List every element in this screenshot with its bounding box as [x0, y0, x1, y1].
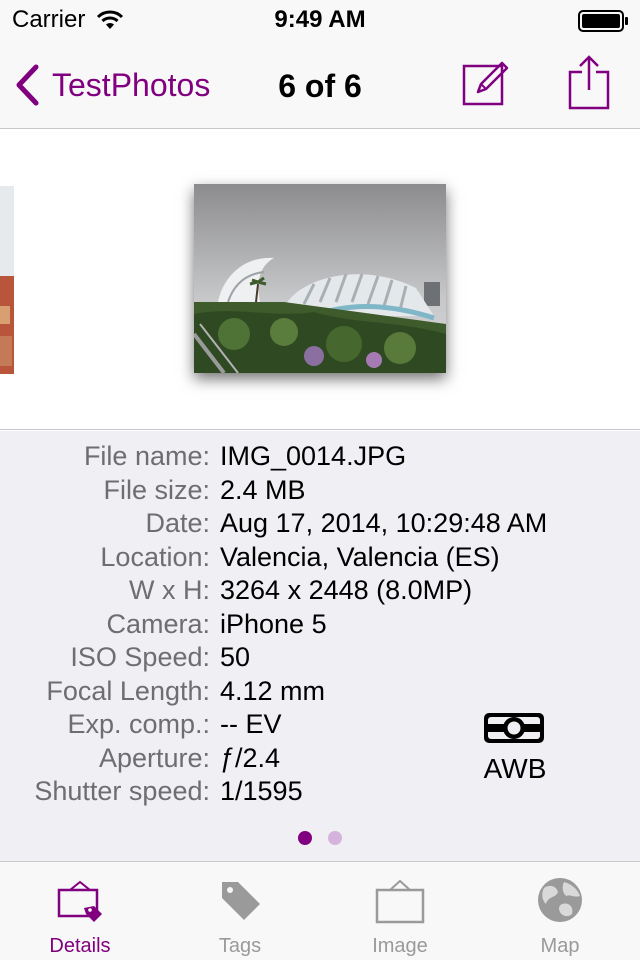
detail-value: ƒ/2.4 [220, 743, 281, 773]
white-balance-icon [484, 713, 544, 743]
tab-label: Map [540, 935, 580, 957]
detail-row-location: Location: Valencia, Valencia (ES) [0, 542, 640, 576]
status-bar: Carrier 9:49 AM [0, 0, 640, 40]
photo-details-panel: File name: IMG_0014.JPG File size: 2.4 M… [0, 431, 640, 861]
detail-label: Camera: [106, 609, 210, 639]
detail-value: 4.12 mm [220, 676, 326, 706]
detail-row-iso-speed: ISO Speed: 50 [0, 642, 640, 676]
detail-label: File size: [103, 475, 210, 505]
detail-label: Date: [145, 508, 210, 538]
detail-label: Location: [100, 542, 210, 572]
detail-value: -- EV [220, 709, 282, 739]
detail-row-file-name: File name: IMG_0014.JPG [0, 441, 640, 475]
detail-value: iPhone 5 [220, 609, 327, 639]
page-dot[interactable] [328, 831, 342, 845]
detail-label: File name: [83, 441, 210, 471]
tab-label: Tags [218, 935, 262, 957]
tab-details[interactable]: Details [0, 862, 160, 960]
compose-icon[interactable] [462, 58, 512, 108]
detail-value: 1/1595 [220, 776, 303, 806]
detail-value: 50 [220, 642, 251, 672]
detail-label: Focal Length: [46, 676, 210, 706]
white-balance-label: AWB [483, 753, 547, 784]
detail-row-focal-length: Focal Length: 4.12 mm [0, 676, 640, 710]
tab-bar: Details Tags Image Map [0, 861, 640, 960]
photo-details-screen: Carrier 9:49 AM TestPhotos 6 of 6 File n… [0, 0, 640, 960]
detail-value: IMG_0014.JPG [220, 441, 407, 471]
tab-label: Image [372, 935, 428, 957]
tab-label: Details [49, 935, 111, 957]
share-icon[interactable] [568, 54, 610, 110]
page-dot-active[interactable] [298, 831, 312, 845]
details-frame-icon [57, 880, 102, 922]
page-control[interactable] [0, 831, 640, 845]
back-button[interactable]: TestPhotos [14, 64, 210, 106]
detail-row-dimensions: W x H: 3264 x 2448 (8.0MP) [0, 575, 640, 609]
detail-row-date: Date: Aug 17, 2014, 10:29:48 AM [0, 508, 640, 542]
tag-icon [222, 882, 260, 920]
tab-map[interactable]: Map [480, 862, 640, 960]
detail-value: 2.4 MB [220, 475, 306, 505]
status-time: 9:49 AM [274, 6, 366, 33]
chevron-left-icon [16, 64, 39, 106]
battery-icon [578, 10, 628, 32]
detail-value: Aug 17, 2014, 10:29:48 AM [220, 508, 548, 538]
detail-label: Exp. comp.: [67, 709, 210, 739]
detail-label: W x H: [129, 575, 210, 605]
current-photo[interactable] [194, 184, 446, 373]
detail-label: Shutter speed: [34, 776, 210, 806]
tab-image[interactable]: Image [320, 862, 480, 960]
detail-label: Aperture: [98, 743, 210, 773]
back-button-label: TestPhotos [52, 66, 211, 103]
navigation-bar: TestPhotos 6 of 6 [0, 40, 640, 129]
photo-image [194, 184, 446, 373]
detail-label: ISO Speed: [70, 642, 210, 672]
detail-value: Valencia, Valencia (ES) [220, 542, 500, 572]
image-frame-icon [375, 879, 425, 924]
tab-tags[interactable]: Tags [160, 862, 320, 960]
globe-icon [538, 878, 582, 922]
previous-photo-thumbnail[interactable] [0, 186, 14, 374]
detail-value: 3264 x 2448 (8.0MP) [220, 575, 473, 605]
photo-carousel[interactable] [0, 130, 640, 430]
detail-row-camera: Camera: iPhone 5 [0, 609, 640, 643]
detail-row-file-size: File size: 2.4 MB [0, 475, 640, 509]
